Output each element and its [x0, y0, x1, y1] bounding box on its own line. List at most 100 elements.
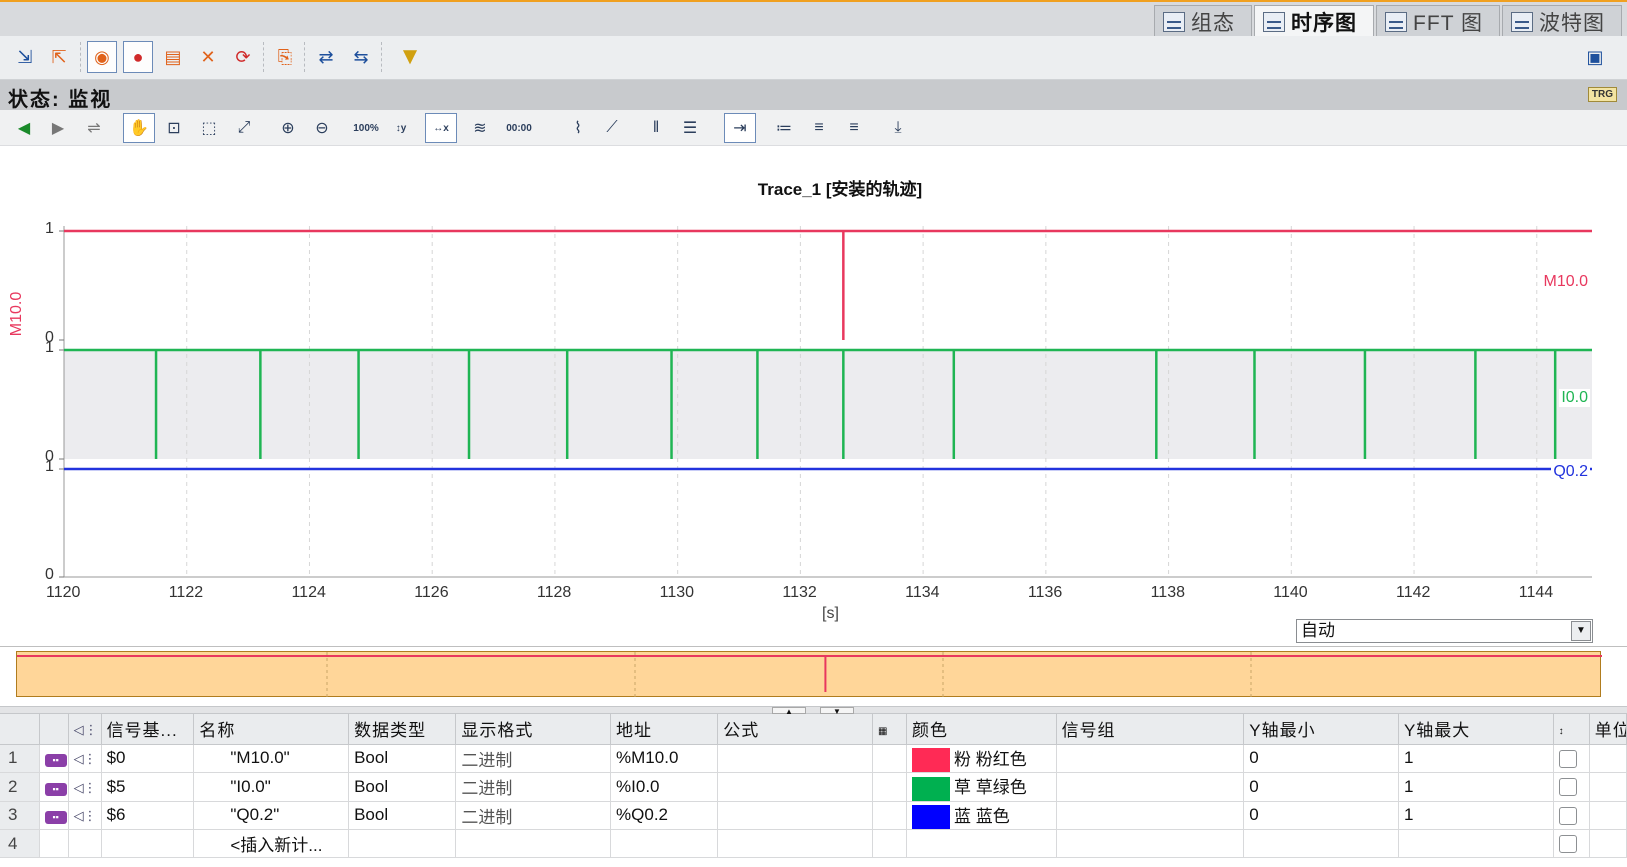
zoom-area-icon[interactable]: ⊡: [158, 113, 190, 143]
scale-cell[interactable]: [1553, 801, 1590, 831]
transfer-out-icon[interactable]: ⇆: [346, 41, 376, 73]
signal-add-icon[interactable]: ▤: [158, 41, 188, 73]
insert-new-signal[interactable]: <插入新计...: [193, 829, 350, 859]
export-chart-icon[interactable]: ⤓: [882, 113, 914, 143]
horizontal-cursor-icon[interactable]: ☰: [674, 113, 706, 143]
address-cell[interactable]: %Q0.2: [610, 801, 719, 831]
new-row[interactable]: 4 <插入新计...: [0, 829, 1627, 859]
timing-chart[interactable]: [0, 146, 1627, 616]
color-cell[interactable]: 草 草绿色: [906, 772, 1057, 802]
collapse-down-icon[interactable]: ▼: [820, 707, 854, 716]
refresh-icon[interactable]: ⟳: [228, 41, 258, 73]
speaker-cell[interactable]: ◁⋮: [68, 801, 102, 831]
insert-marker-icon[interactable]: ⇥: [724, 113, 756, 143]
zoom-in-icon[interactable]: ⊕: [272, 113, 304, 143]
symbol-cell[interactable]: $6: [101, 801, 195, 831]
symbol-cell[interactable]: $0: [101, 744, 195, 774]
header-color[interactable]: 颜色: [906, 714, 1057, 745]
signal-group-cell[interactable]: [1056, 772, 1245, 802]
scale-checkbox[interactable]: [1558, 749, 1577, 768]
header-address[interactable]: 地址: [610, 714, 719, 745]
ymin-cell[interactable]: 0: [1243, 801, 1399, 831]
ymax-cell[interactable]: 1: [1398, 744, 1554, 774]
window-layout-icon[interactable]: ▣: [1580, 41, 1610, 73]
header-formula[interactable]: 公式: [717, 714, 873, 745]
fit-curve-icon[interactable]: ⌇: [562, 113, 594, 143]
toggle-icon[interactable]: ⇌: [78, 113, 110, 143]
type-cell[interactable]: Bool: [348, 744, 457, 774]
download-icon[interactable]: ⇲: [10, 41, 40, 73]
format-cell[interactable]: 二进制: [455, 744, 612, 774]
scale-checkbox[interactable]: [1558, 778, 1577, 797]
formula-cell[interactable]: [717, 772, 873, 802]
table-row[interactable]: 1 ▪▪ ◁⋮ $0 "M10.0" Bool 二进制 %M10.0 粉 粉红色 0 1: [0, 744, 1627, 774]
header-format[interactable]: 显示格式: [455, 714, 612, 745]
scale-checkbox[interactable]: [1558, 835, 1577, 854]
ymax-cell[interactable]: 1: [1398, 772, 1554, 802]
header-ymax[interactable]: Y轴最大: [1398, 714, 1554, 745]
zoom-y-100-icon[interactable]: ↕y: [385, 113, 417, 143]
format-cell[interactable]: 二进制: [455, 801, 612, 831]
scale-cell[interactable]: [1553, 772, 1590, 802]
header-formula-icon[interactable]: ▦: [872, 714, 908, 745]
upload-icon[interactable]: ⇱: [44, 41, 74, 73]
overview-range[interactable]: [16, 651, 1602, 698]
signal-view-icon[interactable]: ◉: [87, 41, 117, 73]
header-name[interactable]: 名称: [193, 714, 350, 745]
scale-cell[interactable]: [1553, 829, 1590, 859]
trend-icon[interactable]: ≋: [464, 113, 496, 143]
zoom-out-icon[interactable]: ⊖: [306, 113, 338, 143]
transfer-in-icon[interactable]: ⇄: [311, 41, 341, 73]
name-cell[interactable]: "I0.0": [193, 772, 350, 802]
table-row[interactable]: 2 ▪▪ ◁⋮ $5 "I0.0" Bool 二进制 %I0.0 草 草绿色 0 1: [0, 772, 1627, 802]
align-left-icon[interactable]: ≡: [803, 113, 835, 143]
header-type[interactable]: 数据类型: [348, 714, 457, 745]
header-scale-icon[interactable]: ↕: [1553, 714, 1590, 745]
tab-bode[interactable]: 波特图: [1502, 5, 1622, 38]
ymin-cell[interactable]: 0: [1243, 744, 1399, 774]
address-cell[interactable]: %I0.0: [610, 772, 719, 802]
zoom-x-100-icon[interactable]: ↔x: [425, 113, 457, 143]
filter-icon[interactable]: ▼: [395, 41, 425, 73]
align-right-icon[interactable]: ≡: [838, 113, 870, 143]
formula-cell[interactable]: [717, 801, 873, 831]
vertical-cursor-icon[interactable]: ‖: [640, 113, 672, 143]
signal-group-cell[interactable]: [1056, 744, 1245, 774]
time-mode-select[interactable]: 自动 ▼: [1296, 619, 1593, 643]
speaker-cell[interactable]: ◁⋮: [68, 772, 102, 802]
type-cell[interactable]: Bool: [348, 772, 457, 802]
unit-cell[interactable]: [1589, 772, 1627, 802]
splitter[interactable]: ▲ ▼: [0, 706, 1627, 716]
forward-icon[interactable]: ▶: [42, 113, 74, 143]
back-icon[interactable]: ◀: [8, 113, 40, 143]
header-signal-group[interactable]: 信号组: [1056, 714, 1245, 745]
time-measure-icon[interactable]: 00:00: [503, 113, 535, 143]
signal-record-icon[interactable]: ●: [123, 41, 153, 73]
header-symbol[interactable]: 信号基...: [101, 714, 195, 745]
list-icon[interactable]: ≔: [768, 113, 800, 143]
formula-cell[interactable]: [717, 744, 873, 774]
collapse-up-icon[interactable]: ▲: [772, 707, 806, 716]
ymin-cell[interactable]: 0: [1243, 772, 1399, 802]
tab-timing-diagram[interactable]: 时序图: [1254, 5, 1375, 38]
scale-cell[interactable]: [1553, 744, 1590, 774]
tab-configuration[interactable]: 组态: [1154, 5, 1253, 38]
header-ymin[interactable]: Y轴最小: [1243, 714, 1399, 745]
zoom-100-icon[interactable]: 100%: [350, 113, 382, 143]
signal-delete-icon[interactable]: ✕: [193, 41, 223, 73]
format-cell[interactable]: 二进制: [455, 772, 612, 802]
unit-cell[interactable]: [1589, 744, 1627, 774]
export-icon[interactable]: ⎘: [270, 41, 300, 73]
name-cell[interactable]: "Q0.2": [193, 801, 350, 831]
ymax-cell[interactable]: 1: [1398, 801, 1554, 831]
signal-group-cell[interactable]: [1056, 801, 1245, 831]
zoom-fit-icon[interactable]: ⤢: [228, 113, 260, 143]
speaker-cell[interactable]: ◁⋮: [68, 744, 102, 774]
scale-checkbox[interactable]: [1558, 806, 1577, 825]
unit-cell[interactable]: [1589, 801, 1627, 831]
header-unit[interactable]: 单位: [1589, 714, 1627, 745]
pan-icon[interactable]: ✋: [123, 113, 155, 143]
name-cell[interactable]: "M10.0": [193, 744, 350, 774]
zoom-box-icon[interactable]: ⬚: [193, 113, 225, 143]
color-cell[interactable]: 蓝 蓝色: [906, 801, 1057, 831]
